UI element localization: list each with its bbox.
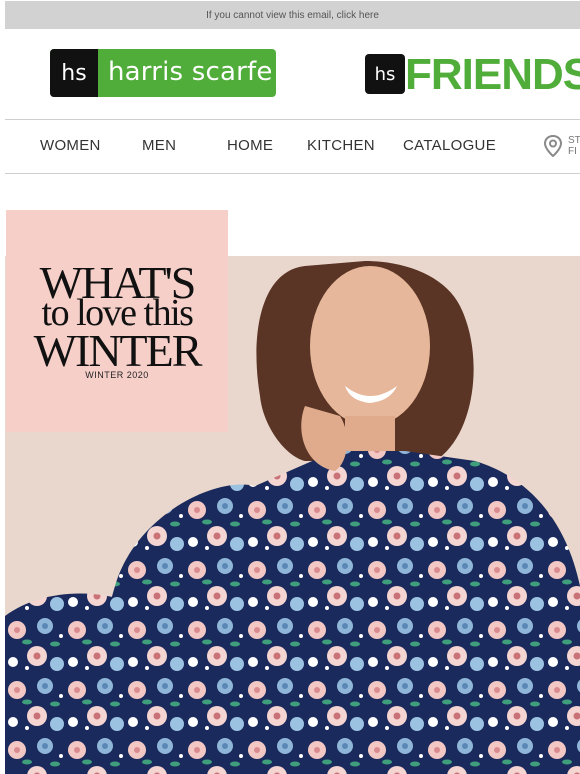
headline-panel: WHAT'S to love this WINTER WINTER 2020: [6, 210, 228, 432]
location-pin-icon: [543, 135, 563, 157]
nav-item-catalogue[interactable]: CATALOGUE: [403, 137, 496, 154]
nav-item-men[interactable]: MEN: [142, 137, 176, 154]
view-in-browser-link[interactable]: If you cannot view this email, click her…: [206, 10, 379, 21]
hs-mark: hs: [50, 49, 98, 97]
harris-scarfe-logo[interactable]: hs harris scarfe: [50, 49, 276, 97]
view-in-browser-bar[interactable]: If you cannot view this email, click her…: [5, 1, 580, 29]
headline-line-3: WINTER: [33, 325, 203, 376]
main-nav: WOMEN MEN HOME KITCHEN CATALOGUE: [5, 120, 580, 173]
friends-hs-mark: hs: [365, 54, 405, 94]
nav-bottom-divider: [5, 173, 580, 174]
store-finder-line2: FI: [568, 146, 577, 157]
store-finder-line1: ST: [568, 135, 580, 146]
friends-name: FRIENDS: [405, 50, 580, 99]
store-finder-label: ST FI: [568, 135, 580, 157]
nav-item-home[interactable]: HOME: [227, 137, 273, 154]
nav-item-women[interactable]: WOMEN: [40, 137, 101, 154]
brand-name: harris scarfe: [108, 57, 273, 87]
headline-subtitle: WINTER 2020: [85, 370, 149, 380]
nav-item-kitchen[interactable]: KITCHEN: [307, 137, 375, 154]
